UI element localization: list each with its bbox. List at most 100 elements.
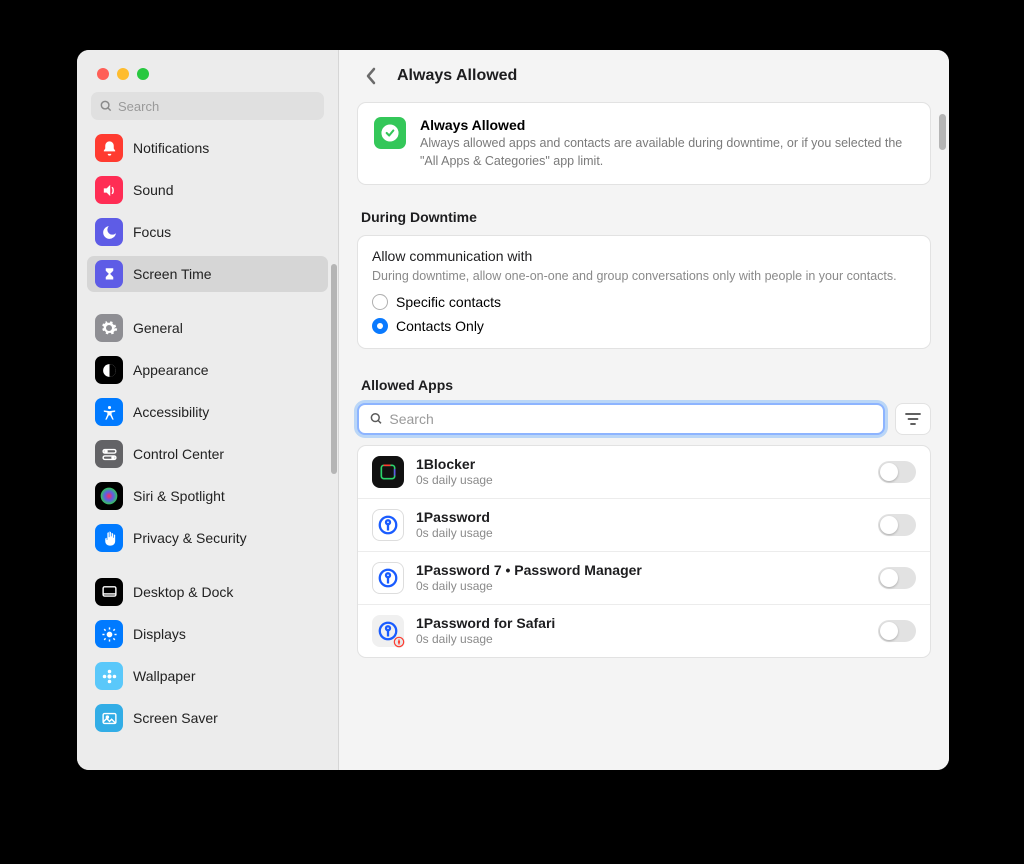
sidebar-item-label: Control Center: [133, 446, 224, 462]
radio-icon: [372, 318, 388, 334]
app-icon: [372, 456, 404, 488]
hero-title: Always Allowed: [420, 117, 914, 133]
switches-icon: [95, 440, 123, 468]
downtime-title: Allow communication with: [372, 248, 916, 264]
main-pane: Always Allowed Always Allowed Always all…: [339, 50, 949, 770]
sidebar-item-desktop-dock[interactable]: Desktop & Dock: [87, 574, 328, 610]
allowed-apps-search-input[interactable]: [389, 411, 873, 427]
sidebar-search-input[interactable]: [118, 99, 316, 114]
sidebar-item-label: Displays: [133, 626, 186, 642]
sidebar-nav: Notifications Sound Focus Screen Time Genera…: [77, 130, 338, 770]
app-toggle[interactable]: [878, 620, 916, 642]
main-content: Always Allowed Always allowed apps and c…: [339, 102, 949, 770]
app-toggle[interactable]: [878, 514, 916, 536]
back-button[interactable]: [359, 64, 383, 88]
sidebar-item-label: Accessibility: [133, 404, 209, 420]
sidebar-item-wallpaper[interactable]: Wallpaper: [87, 658, 328, 694]
sidebar-item-notifications[interactable]: Notifications: [87, 130, 328, 166]
app-name: 1Blocker: [416, 456, 493, 472]
hero-desc: Always allowed apps and contacts are ava…: [420, 135, 914, 170]
page-title: Always Allowed: [397, 67, 517, 85]
hourglass-icon: [95, 260, 123, 288]
sidebar-item-privacy-security[interactable]: Privacy & Security: [87, 520, 328, 556]
radio-label: Specific contacts: [396, 294, 501, 310]
sidebar-item-label: Wallpaper: [133, 668, 196, 684]
chevron-left-icon: [365, 67, 377, 85]
app-usage: 0s daily usage: [416, 632, 555, 646]
siri-icon: [95, 482, 123, 510]
section-allowed-apps-label: Allowed Apps: [361, 377, 931, 393]
close-window-button[interactable]: [97, 68, 109, 80]
speaker-icon: [95, 176, 123, 204]
fullscreen-window-button[interactable]: [137, 68, 149, 80]
sidebar-item-sound[interactable]: Sound: [87, 172, 328, 208]
sidebar-item-label: Screen Time: [133, 266, 212, 282]
sidebar-item-label: Focus: [133, 224, 171, 240]
radio-icon: [372, 294, 388, 310]
radio-contacts-only[interactable]: Contacts Only: [372, 318, 916, 334]
main-header: Always Allowed: [339, 50, 949, 102]
section-downtime-label: During Downtime: [361, 209, 931, 225]
sidebar-item-label: General: [133, 320, 183, 336]
sidebar-item-accessibility[interactable]: Accessibility: [87, 394, 328, 430]
bell-icon: [95, 134, 123, 162]
sidebar: Notifications Sound Focus Screen Time Genera…: [77, 50, 339, 770]
filter-button[interactable]: [895, 403, 931, 435]
sidebar-item-label: Screen Saver: [133, 710, 218, 726]
app-name: 1Password 7 • Password Manager: [416, 562, 642, 578]
radio-specific-contacts[interactable]: Specific contacts: [372, 294, 916, 310]
settings-window: Notifications Sound Focus Screen Time Genera…: [77, 50, 949, 770]
app-usage: 0s daily usage: [416, 526, 493, 540]
main-scrollbar[interactable]: [939, 114, 946, 150]
app-toggle[interactable]: [878, 567, 916, 589]
sidebar-item-label: Siri & Spotlight: [133, 488, 225, 504]
app-usage: 0s daily usage: [416, 473, 493, 487]
minimize-window-button[interactable]: [117, 68, 129, 80]
sidebar-item-label: Sound: [133, 182, 173, 198]
filter-icon: [905, 412, 921, 426]
shield-check-icon: [374, 117, 406, 149]
gear-icon: [95, 314, 123, 342]
app-toggle[interactable]: [878, 461, 916, 483]
app-name: 1Password: [416, 509, 493, 525]
hero-card: Always Allowed Always allowed apps and c…: [357, 102, 931, 185]
app-name: 1Password for Safari: [416, 615, 555, 631]
accessibility-icon: [95, 398, 123, 426]
dock-icon: [95, 578, 123, 606]
sidebar-item-focus[interactable]: Focus: [87, 214, 328, 250]
search-icon: [369, 411, 383, 426]
sidebar-item-general[interactable]: General: [87, 310, 328, 346]
app-usage: 0s daily usage: [416, 579, 642, 593]
sidebar-scrollbar[interactable]: [331, 264, 337, 474]
app-row: 1Blocker0s daily usage: [358, 446, 930, 499]
app-icon: [372, 509, 404, 541]
moon-icon: [95, 218, 123, 246]
sidebar-item-appearance[interactable]: Appearance: [87, 352, 328, 388]
sidebar-item-label: Notifications: [133, 140, 209, 156]
sidebar-item-label: Appearance: [133, 362, 209, 378]
sun-icon: [95, 620, 123, 648]
app-row: 1Password 7 • Password Manager0s daily u…: [358, 552, 930, 605]
sidebar-item-screen-saver[interactable]: Screen Saver: [87, 700, 328, 736]
app-row: 1Password0s daily usage: [358, 499, 930, 552]
sidebar-item-siri-spotlight[interactable]: Siri & Spotlight: [87, 478, 328, 514]
sidebar-item-screen-time[interactable]: Screen Time: [87, 256, 328, 292]
downtime-panel: Allow communication with During downtime…: [357, 235, 931, 349]
allowed-apps-search[interactable]: [357, 403, 885, 435]
app-icon: [372, 562, 404, 594]
sidebar-item-label: Privacy & Security: [133, 530, 247, 546]
hand-icon: [95, 524, 123, 552]
photo-icon: [95, 704, 123, 732]
allowed-apps-list: 1Blocker0s daily usage1Password0s daily …: [357, 445, 931, 658]
sidebar-search[interactable]: [91, 92, 324, 120]
window-controls: [77, 50, 338, 80]
sidebar-item-displays[interactable]: Displays: [87, 616, 328, 652]
sidebar-item-label: Desktop & Dock: [133, 584, 233, 600]
sidebar-item-control-center[interactable]: Control Center: [87, 436, 328, 472]
search-icon: [99, 99, 113, 113]
app-row: 1Password for Safari0s daily usage: [358, 605, 930, 657]
flower-icon: [95, 662, 123, 690]
app-icon: [372, 615, 404, 647]
radio-label: Contacts Only: [396, 318, 484, 334]
contrast-icon: [95, 356, 123, 384]
